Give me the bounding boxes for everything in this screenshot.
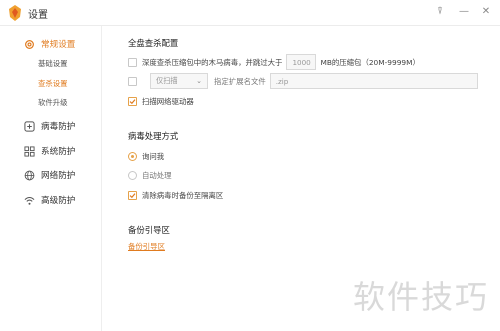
sidebar-item-general-settings[interactable]: 常规设置 [24, 36, 75, 52]
sidebar-item-label: 病毒防护 [41, 122, 76, 132]
wifi-icon [24, 196, 35, 205]
scan-network-row: 扫描网络驱动器 [128, 93, 194, 109]
backup-boot-link[interactable]: 备份引导区 [128, 241, 165, 252]
ask-me-label: 询问我 [142, 151, 165, 161]
scan-network-label: 扫描网络驱动器 [142, 96, 194, 106]
chevron-down-icon: ⌄ [196, 77, 202, 85]
sidebar-subitem-basic[interactable]: 基础设置 [38, 58, 68, 70]
extension-input[interactable]: .zip [269, 73, 478, 89]
grid-icon [24, 145, 35, 157]
backup-quarantine-row: 清除病毒时备份至隔离区 [128, 187, 223, 203]
sidebar-subitem-scan[interactable]: 查杀设置 [38, 78, 68, 90]
gear-icon [25, 39, 34, 49]
title-bar: 设置 ⍒ — ✕ [0, 0, 500, 26]
sidebar-subitem-upgrade[interactable]: 软件升级 [38, 97, 68, 109]
check-icon [129, 192, 136, 198]
menu-dropdown-icon[interactable]: ⍒ [432, 4, 448, 20]
auto-handle-radio[interactable] [128, 170, 137, 180]
backup-quarantine-label: 清除病毒时备份至隔离区 [142, 190, 224, 200]
watermark-text: 软件技巧 [353, 278, 490, 316]
sidebar-item-label: 系统防护 [41, 147, 76, 157]
archive-size-suffix: MB的压缩包（20M-9999M） [320, 57, 420, 67]
auto-handle-label: 自动处理 [142, 170, 172, 180]
skip-archive-row: 深度查杀压缩包中的木马病毒，并跳过大于 1000 MB的压缩包（20M-9999… [128, 54, 420, 70]
check-icon [129, 98, 136, 104]
handling-option-ask[interactable]: 询问我 [128, 148, 164, 164]
sidebar-item-advanced-protection[interactable]: 高级防护 [24, 192, 75, 208]
extension-label: 指定扩展名文件 [214, 76, 266, 86]
skip-extension-checkbox[interactable] [128, 76, 137, 86]
close-button[interactable]: ✕ [478, 4, 494, 20]
sidebar: 常规设置 基础设置 查杀设置 软件升级 病毒防护 系统防护 网络防护 高级防护 [0, 26, 102, 331]
app-logo-icon [9, 5, 21, 21]
scan-mode-select[interactable]: 仅扫描 ⌄ [150, 73, 208, 89]
archive-size-input[interactable]: 1000 [286, 54, 317, 70]
handling-option-auto[interactable]: 自动处理 [128, 167, 172, 183]
skip-archive-label: 深度查杀压缩包中的木马病毒，并跳过大于 [142, 57, 283, 67]
ask-me-radio[interactable] [128, 151, 137, 161]
scan-network-checkbox[interactable] [128, 96, 137, 106]
sidebar-item-system-protection[interactable]: 系统防护 [24, 143, 75, 159]
sidebar-item-network-protection[interactable]: 网络防护 [24, 167, 75, 183]
window-title: 设置 [28, 10, 48, 21]
section-title-boot-backup: 备份引导区 [128, 225, 170, 235]
scan-mode-value: 仅扫描 [156, 76, 178, 85]
shield-plus-icon [24, 120, 35, 132]
sidebar-item-label: 网络防护 [41, 171, 76, 181]
section-title-full-scan: 全盘查杀配置 [128, 38, 179, 48]
sidebar-item-label: 常规设置 [41, 40, 76, 50]
globe-icon [24, 170, 35, 180]
skip-extension-row: 仅扫描 ⌄ 指定扩展名文件 .zip [128, 73, 482, 89]
sidebar-item-label: 高级防护 [41, 196, 76, 206]
section-title-virus-handling: 病毒处理方式 [128, 131, 179, 141]
minimize-button[interactable]: — [456, 4, 472, 20]
skip-archive-checkbox[interactable] [128, 57, 137, 67]
sidebar-item-virus-protection[interactable]: 病毒防护 [24, 118, 75, 134]
backup-quarantine-checkbox[interactable] [128, 190, 137, 200]
